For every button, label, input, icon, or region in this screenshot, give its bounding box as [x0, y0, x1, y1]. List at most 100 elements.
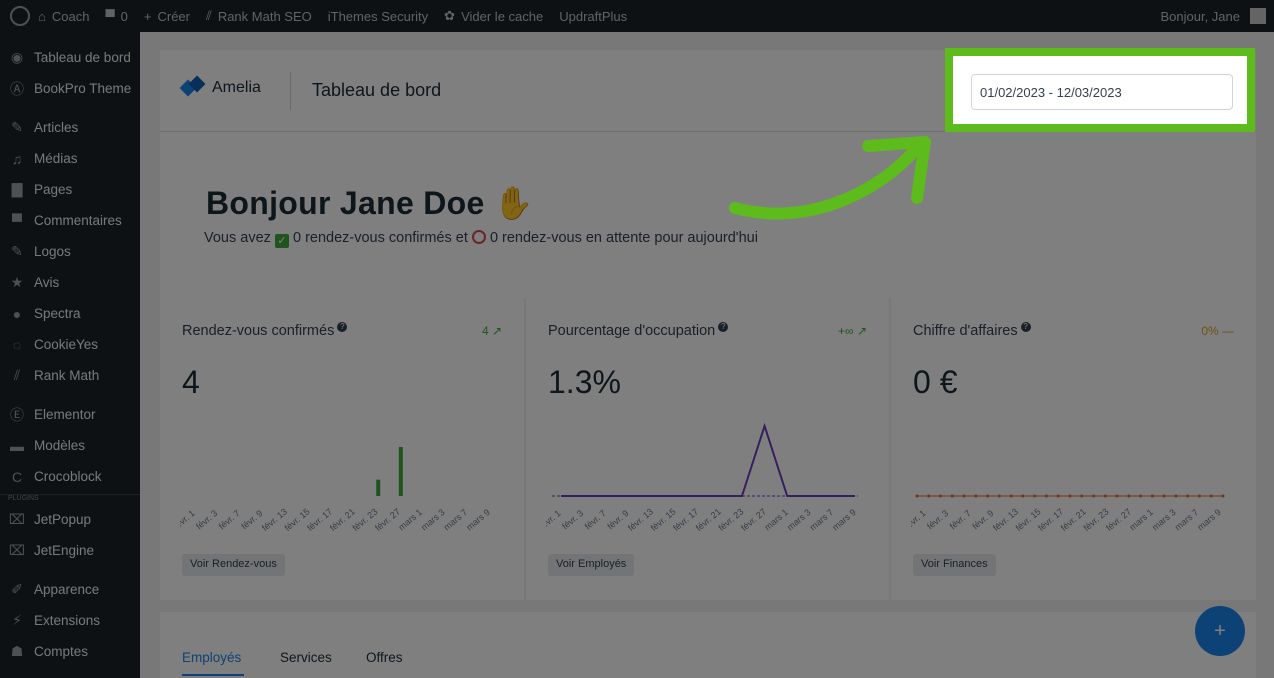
x-tick-label: févr. 9 — [970, 508, 995, 531]
data-point — [1174, 494, 1178, 498]
divider — [290, 72, 291, 110]
help-icon[interactable]: ? — [718, 322, 729, 332]
plugin-icon: ⚡ — [12, 612, 22, 628]
greeting-card: Bonjour Jane Doe ✋ Vous avez ✓ 0 rendez-… — [160, 132, 1256, 298]
sidebar-item-crocoblock[interactable]: C Crocoblock — [0, 461, 140, 492]
crocoblock-icon: C — [11, 468, 23, 485]
x-tick-label: mars 9 — [464, 507, 492, 532]
series-line — [561, 422, 856, 497]
users-icon: ☗ — [10, 643, 24, 659]
comments-link[interactable]: ▀ 0 — [97, 0, 135, 32]
sidebar-item-comptes[interactable]: ☗ Comptes — [0, 636, 140, 667]
x-tick-label: févr. 27 — [373, 506, 402, 533]
ithemes-link[interactable]: iThemes Security — [320, 0, 436, 32]
check-icon: ✓ — [274, 234, 289, 248]
data-point — [1021, 494, 1025, 498]
sidebar-item-extensions[interactable]: ⚡ Extensions — [0, 605, 140, 636]
sidebar-item-modeles[interactable]: ▬ Modèles — [0, 430, 140, 461]
site-link[interactable]: ⌂ Coach — [30, 0, 97, 32]
home-icon: ⌂ — [38, 8, 46, 24]
sidebar-item-jetpopup[interactable]: ⌧ JetPopup — [0, 504, 140, 535]
x-tick-label: mars 3 — [1150, 507, 1178, 532]
sidebar-item-avis[interactable]: ★ Avis — [0, 267, 140, 298]
greeting-title: Bonjour Jane Doe ✋ — [206, 185, 534, 221]
comment-icon: ▀ — [12, 212, 22, 229]
data-point — [950, 494, 954, 498]
account-menu[interactable]: Bonjour, Jane — [1152, 0, 1274, 32]
sidebar-item-dashboard[interactable]: ◉ Tableau de bord — [0, 42, 140, 73]
occupancy-chart: févr. 1févr. 3févr. 7févr. 9févr. 13févr… — [546, 422, 858, 533]
sidebar-item-spectra[interactable]: ● Spectra — [0, 298, 140, 329]
rankmath-link[interactable]: ⫽ Rank Math SEO — [198, 0, 320, 32]
new-content-link[interactable]: + Créer — [136, 0, 198, 32]
pages-icon: ▇ — [11, 181, 23, 197]
stat-value: 0 € — [913, 364, 958, 400]
x-tick-label: févr. 9 — [239, 508, 264, 531]
sidebar-item-pages[interactable]: ▇ Pages — [0, 174, 140, 205]
data-point — [1080, 494, 1084, 498]
sidebar-item-logos[interactable]: ✎ Logos — [0, 236, 140, 267]
waving-hand-icon: ✋ — [493, 185, 534, 221]
stat-trend: 4 ↗ — [481, 324, 502, 338]
dashboard-icon: ◉ — [10, 49, 24, 65]
avatar — [1250, 8, 1266, 24]
data-point — [1103, 494, 1107, 498]
view-finances-button[interactable]: Voir Finances — [913, 554, 996, 576]
help-icon[interactable]: ? — [337, 322, 348, 332]
sidebar-item-rankmath[interactable]: ⫽ Rank Math — [0, 360, 140, 391]
x-tick-label: mars 1 — [396, 507, 424, 532]
x-tick-label: févr. 1 — [546, 508, 563, 531]
x-tick-label: mars 9 — [1195, 507, 1223, 532]
alarm-clock-icon — [471, 230, 486, 244]
x-tick-label: mars 3 — [785, 507, 813, 532]
x-tick-label: mars 3 — [419, 507, 447, 532]
x-tick-label: févr. 7 — [217, 508, 242, 531]
x-tick-label: févr. 3 — [194, 508, 219, 531]
wordpress-logo-icon[interactable] — [10, 6, 30, 26]
sidebar-item-apparence[interactable]: ✐ Apparence — [0, 574, 140, 605]
appointments-chart: févr. 1févr. 3févr. 7févr. 9févr. 13févr… — [180, 447, 492, 533]
tab-employes[interactable]: Employés — [182, 650, 241, 665]
data-point — [1186, 494, 1190, 498]
sidebar-item-jetengine[interactable]: ⌧ JetEngine — [0, 535, 140, 566]
view-appointments-button[interactable]: Voir Rendez-vous — [182, 554, 285, 576]
bar — [376, 479, 381, 496]
sidebar-item-bookpro[interactable]: Ⓐ BookPro Theme — [0, 73, 140, 104]
view-employees-button[interactable]: Voir Employés — [548, 554, 635, 576]
add-button[interactable]: + — [1195, 606, 1245, 656]
cache-icon: ✿ — [444, 8, 456, 23]
theme-icon: Ⓐ — [10, 80, 24, 97]
plugins-section-label: PLUGINS — [0, 494, 140, 502]
star-icon: ★ — [10, 274, 24, 290]
date-range-highlight: 01/02/2023 - 12/03/2023 — [945, 48, 1255, 132]
x-tick-label: févr. 7 — [948, 508, 973, 531]
data-point — [939, 494, 943, 498]
spectra-icon: ● — [12, 305, 22, 322]
data-point — [1092, 494, 1096, 498]
data-point — [1197, 494, 1201, 498]
sidebar-item-cookieyes[interactable]: ◌ CookieYes — [0, 329, 140, 360]
cache-link[interactable]: ✿ Vider le cache — [436, 0, 551, 32]
help-icon[interactable]: ? — [1020, 322, 1031, 332]
pin-icon: ✎ — [11, 119, 23, 135]
x-tick-label: févr. 3 — [560, 508, 585, 531]
data-point — [962, 494, 966, 498]
elementor-icon: Ⓔ — [10, 406, 24, 423]
x-tick-label: févr. 3 — [925, 508, 950, 531]
date-range-input[interactable]: 01/02/2023 - 12/03/2023 — [971, 74, 1233, 110]
stat-value: 4 — [182, 364, 200, 400]
jet-icon: ⌧ — [8, 542, 26, 558]
sidebar-item-comments[interactable]: ▀ Commentaires — [0, 205, 140, 236]
x-tick-label: févr. 1 — [180, 508, 197, 531]
sidebar-item-elementor[interactable]: Ⓔ Elementor — [0, 399, 140, 430]
updraft-link[interactable]: UpdraftPlus — [551, 0, 635, 32]
bar — [398, 447, 403, 496]
sidebar-item-articles[interactable]: ✎ Articles — [0, 112, 140, 143]
stat-trend: +∞ ↗ — [838, 324, 867, 338]
stat-value: 1.3% — [548, 364, 621, 400]
tab-offres[interactable]: Offres — [366, 650, 403, 665]
tabs-card: Employés Services Offres — [160, 612, 1256, 678]
tab-services[interactable]: Services — [280, 650, 332, 665]
sidebar-item-medias[interactable]: ♫ Médias — [0, 143, 140, 174]
x-tick-label: févr. 27 — [739, 506, 768, 533]
